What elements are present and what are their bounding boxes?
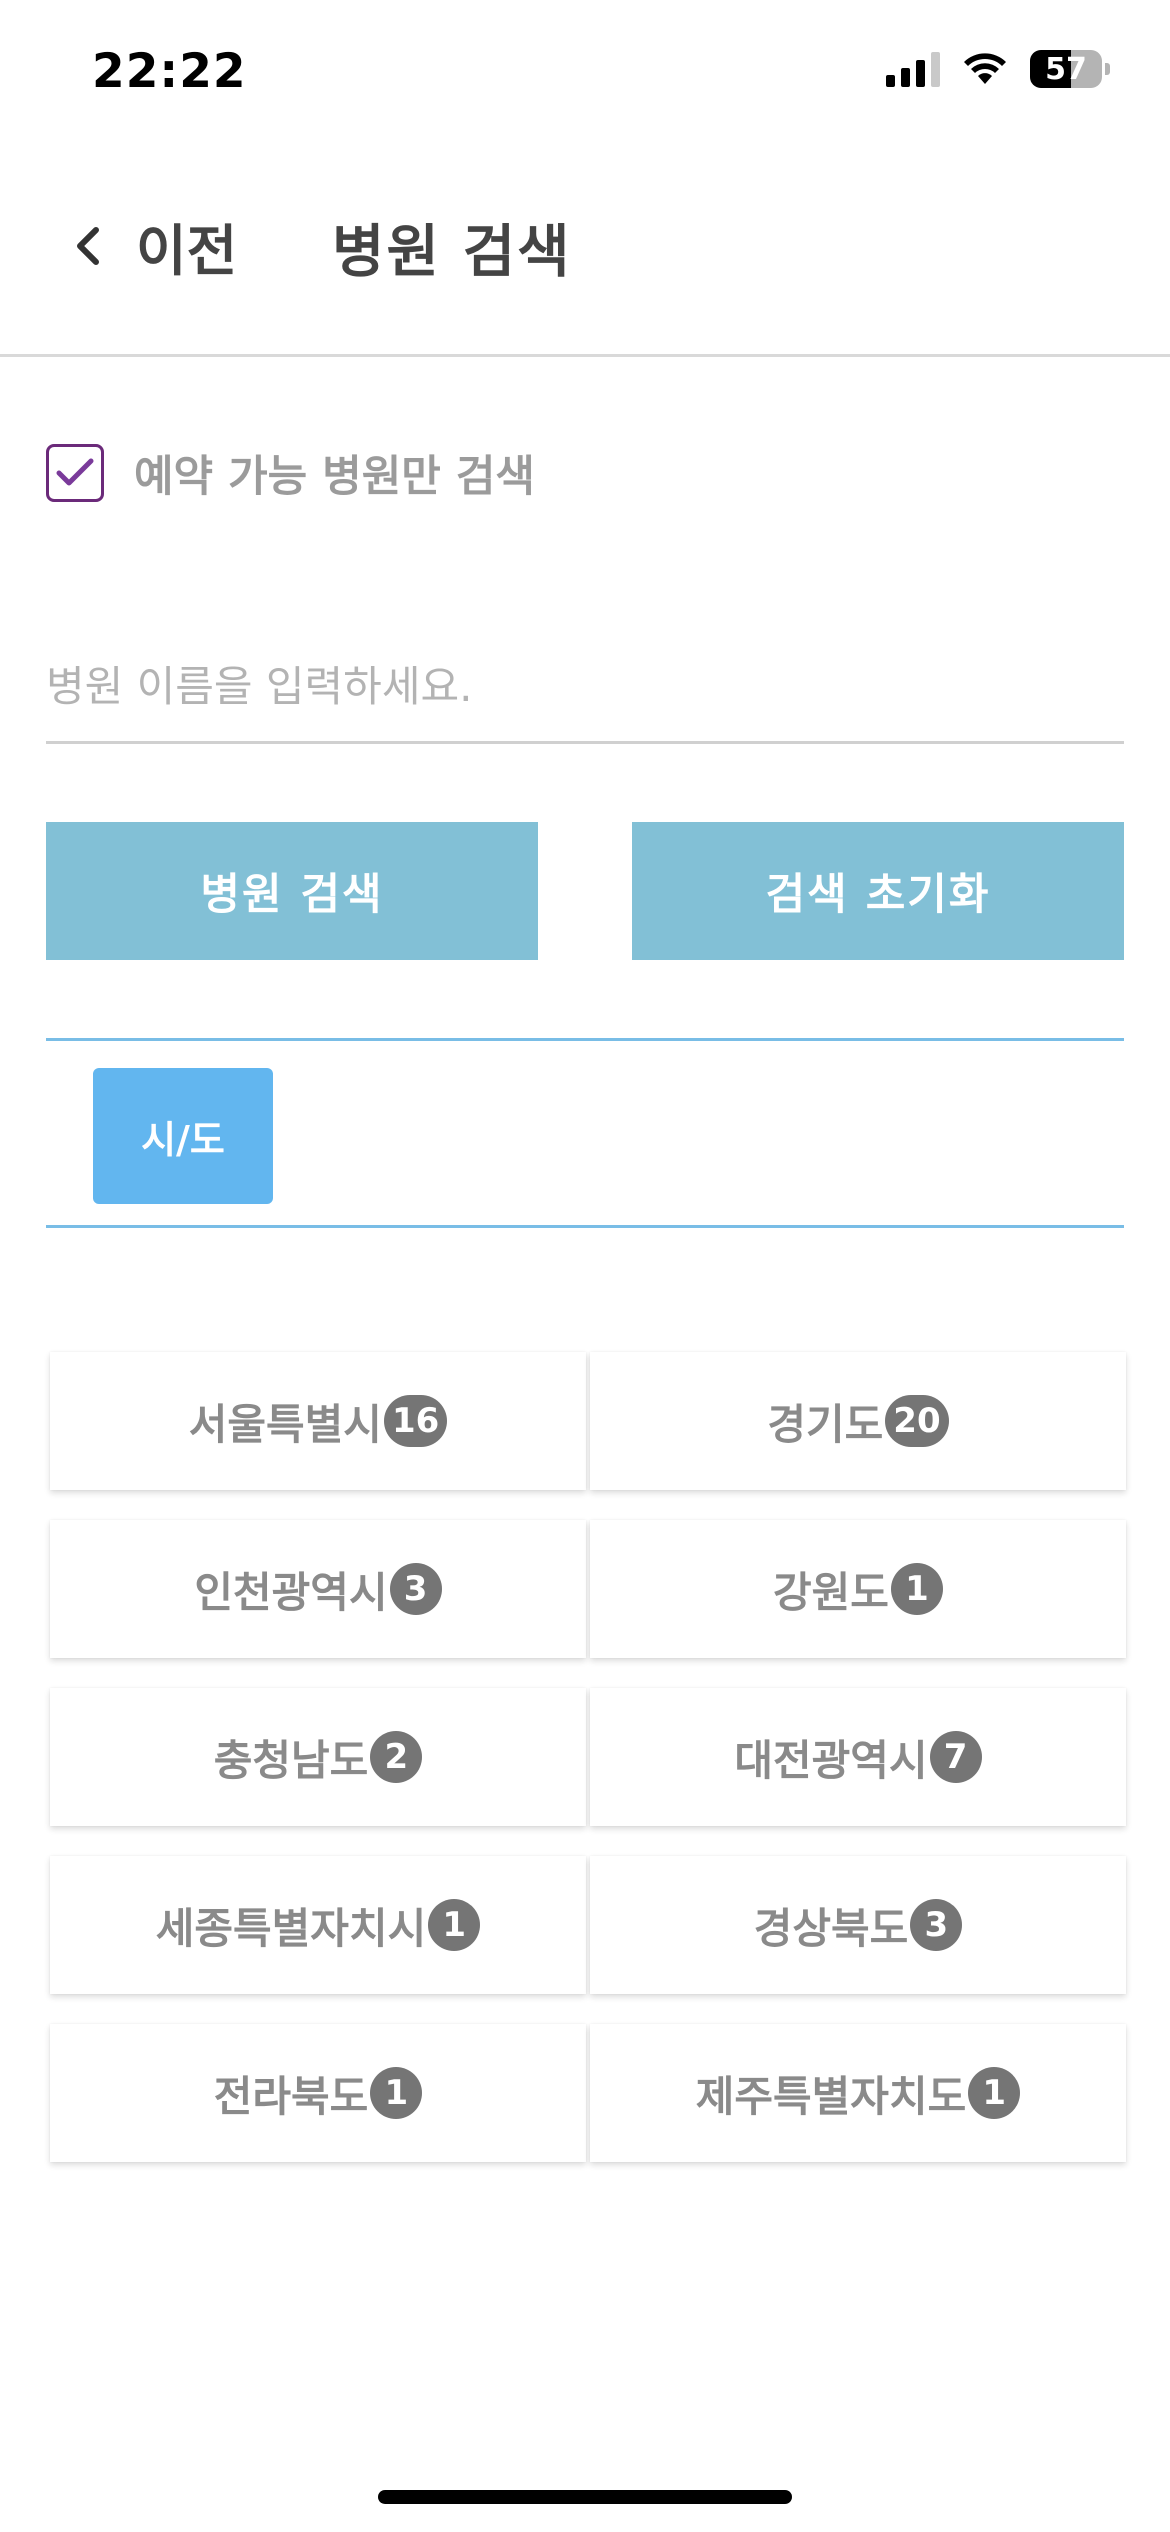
reservable-only-filter[interactable]: 예약 가능 병원만 검색 [46,442,535,504]
region-card[interactable]: 인천광역시 3 [50,1520,586,1658]
back-label: 이전 [136,219,238,283]
region-name: 서울특별시 [188,1399,382,1449]
region-filter-bar: 시/도 [46,1038,1124,1228]
back-button[interactable]: 이전 [62,206,237,286]
region-card[interactable]: 충청남도 2 [50,1688,586,1826]
region-card[interactable]: 경기도 20 [590,1352,1126,1490]
region-name: 제주특별자치도 [695,2071,967,2121]
region-card[interactable]: 대전광역시 7 [590,1688,1126,1826]
region-count-badge: 1 [968,2067,1021,2119]
region-card[interactable]: 전라북도 1 [50,2024,586,2162]
nav-bar: 이전 병원 검색 [0,140,1170,357]
region-count-badge: 1 [890,1563,943,1615]
home-indicator [378,2490,792,2504]
region-name: 강원도 [773,1567,889,1617]
region-count-badge: 3 [389,1563,442,1615]
region-count-badge: 7 [929,1731,982,1783]
reservable-only-checkbox[interactable] [46,444,104,502]
reservable-only-label: 예약 가능 병원만 검색 [134,452,535,502]
region-card[interactable]: 서울특별시 16 [50,1352,586,1490]
reset-search-button[interactable]: 검색 초기화 [632,822,1124,960]
wifi-icon [964,53,1006,84]
status-time: 22:22 [92,44,247,99]
region-grid: 서울특별시 16 경기도 20 인천광역시 3 강원도 1 충청남도 2 대전광역시 7 세종특별자치시… [50,1352,1126,2162]
region-card[interactable]: 경상북도 3 [590,1856,1126,1994]
region-name: 전라북도 [213,2071,369,2121]
region-count-badge: 1 [370,2067,423,2119]
region-count-badge: 1 [428,1899,481,1951]
battery-level: 57 [1045,51,1087,87]
province-chip[interactable]: 시/도 [93,1068,273,1204]
region-count-badge: 3 [910,1899,963,1951]
chevron-left-icon [62,216,112,276]
status-bar: 22:22 57 [0,0,1170,140]
checkmark-icon [56,458,94,486]
region-card[interactable]: 세종특별자치시 1 [50,1856,586,1994]
region-name: 경상북도 [753,1903,909,1953]
page-title: 병원 검색 [332,219,572,285]
region-name: 경기도 [767,1399,884,1449]
region-name: 인천광역시 [194,1567,388,1617]
region-count-badge: 20 [885,1395,949,1447]
hospital-name-input[interactable] [46,640,1124,711]
region-name: 세종특별자치시 [155,1903,427,1953]
region-count-badge: 2 [370,1731,423,1783]
search-button[interactable]: 병원 검색 [46,822,538,960]
battery-icon: 57 [1030,50,1110,88]
hospital-name-field [46,640,1124,744]
region-name: 대전광역시 [734,1735,928,1785]
signal-icon [886,51,940,87]
region-name: 충청남도 [213,1735,369,1785]
region-card[interactable]: 제주특별자치도 1 [590,2024,1126,2162]
region-card[interactable]: 강원도 1 [590,1520,1126,1658]
status-icons: 57 [886,50,1110,88]
region-count-badge: 16 [383,1395,448,1447]
